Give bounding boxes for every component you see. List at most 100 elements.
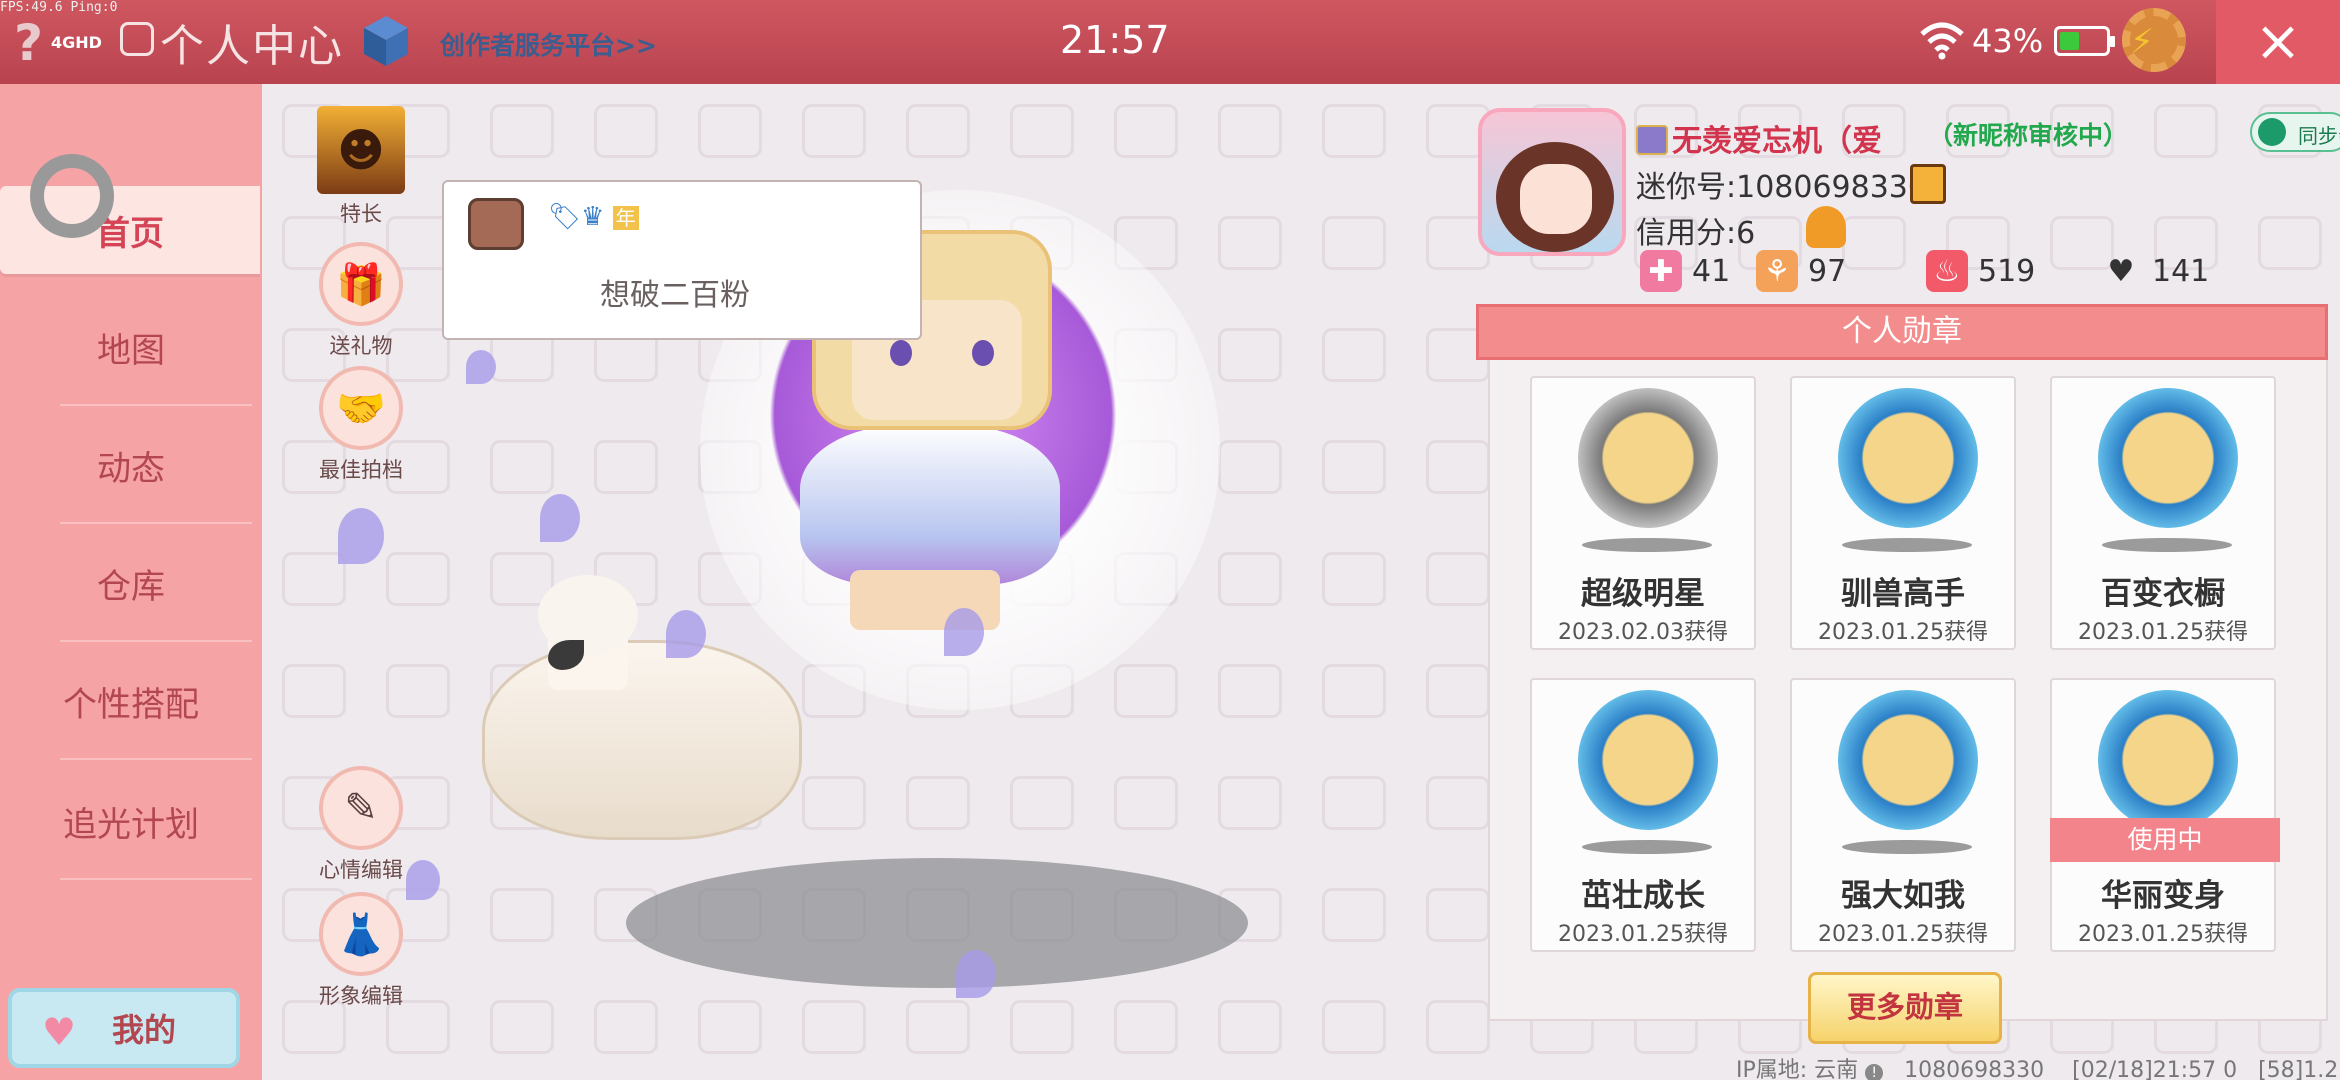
character-dress: [800, 425, 1060, 585]
network-indicator: 4GHD: [51, 33, 102, 52]
pattern-tile: [594, 440, 658, 494]
character-eye-right: [972, 340, 994, 366]
pattern-tile: [1322, 664, 1386, 718]
creator-platform-icon[interactable]: [362, 14, 410, 68]
pattern-tile: [1322, 552, 1386, 606]
medal-name: 强大如我: [1841, 878, 1965, 914]
pattern-tile: [1114, 664, 1178, 718]
pattern-tile: [1426, 440, 1490, 494]
vip-badges: 🏷♛ 年: [548, 202, 639, 232]
petal: [944, 608, 984, 656]
more-medals-button[interactable]: 更多勋章: [1808, 972, 2002, 1044]
talent-action[interactable]: ☻ 特长: [306, 106, 416, 228]
gift-icon: 🎁: [319, 242, 403, 326]
stat-popularity: ♨ 519: [1926, 250, 2035, 292]
pattern-tile: [802, 776, 866, 830]
profile-card-icon: [120, 22, 154, 56]
fire-icon: ♨: [1926, 250, 1968, 292]
pattern-tile: [906, 776, 970, 830]
pattern-tile: [802, 104, 866, 158]
medal-date: 2023.01.25获得: [2078, 620, 2248, 645]
top-bar: FPS:49.6 Ping:0 ? 4GHD 个人中心 创作者服务平台>> 21…: [0, 0, 2340, 84]
mood-face-icon: [468, 198, 524, 250]
medal-date: 2023.01.25获得: [1818, 922, 1988, 947]
partner-action[interactable]: 🤝 最佳拍档: [306, 366, 416, 484]
gift-action[interactable]: 🎁 送礼物: [306, 242, 416, 360]
pattern-tile: [490, 888, 554, 942]
avatar-face: [1520, 164, 1592, 234]
medal-card[interactable]: 使用中 华丽变身 2023.01.25获得: [2050, 678, 2280, 952]
sync-button[interactable]: 同步会: [2250, 112, 2340, 152]
medal-name: 超级明星: [1581, 576, 1705, 612]
stat-badges: ✚ 41: [1640, 250, 1730, 292]
pattern-tile: [1218, 104, 1282, 158]
signature-text: 想破二百粉: [600, 278, 750, 313]
sidebar-item-map[interactable]: 地图: [0, 288, 262, 406]
medal-coin-icon: [1838, 690, 1978, 830]
pattern-tile: [1322, 776, 1386, 830]
sidebar-item-outfit[interactable]: 个性搭配: [0, 642, 262, 760]
fans-icon: ⚘: [1756, 250, 1798, 292]
mood-edit-action[interactable]: ✎ 心情编辑: [306, 766, 416, 884]
pattern-tile: [386, 552, 450, 606]
medal-date: 2023.01.25获得: [2078, 922, 2248, 947]
credit-score: 信用分:6: [1636, 216, 1756, 251]
medal-base: [1582, 538, 1712, 552]
creator-platform-link[interactable]: 创作者服务平台>>: [440, 26, 657, 62]
petal: [540, 494, 580, 542]
avatar-edit-action[interactable]: 👗 形象编辑: [306, 892, 416, 1010]
avatar[interactable]: [1478, 108, 1626, 256]
pattern-tile: [1218, 664, 1282, 718]
pattern-tile: [490, 440, 554, 494]
medal-card[interactable]: 强大如我 2023.01.25获得: [1790, 678, 2016, 952]
medal-card[interactable]: 茁壮成长 2023.01.25获得: [1530, 678, 1756, 952]
pattern-tile: [1218, 1000, 1282, 1054]
pattern-tile: [594, 104, 658, 158]
in-use-badge: 使用中: [2050, 818, 2280, 862]
medal-card[interactable]: 驯兽高手 2023.01.25获得: [1790, 376, 2016, 650]
pattern-tile: [1322, 216, 1386, 270]
sidebar-item-warehouse[interactable]: 仓库: [0, 524, 262, 642]
character-shadow: [626, 858, 1248, 988]
pattern-tile: [906, 104, 970, 158]
info-icon[interactable]: !: [1865, 1064, 1884, 1080]
pattern-tile: [490, 1000, 554, 1054]
pattern-tile: [1218, 552, 1282, 606]
medal-date: 2023.02.03获得: [1558, 620, 1728, 645]
pattern-tile: [2258, 216, 2322, 270]
pattern-tile: [594, 1000, 658, 1054]
battery-fill: [2060, 32, 2079, 50]
copy-icon[interactable]: [1910, 164, 1946, 204]
medal-base: [1582, 840, 1712, 854]
medal-panel-title: 个人勋章: [1476, 304, 2328, 360]
nickname: 无羡爱忘机（爱: [1636, 116, 1882, 160]
floating-assist-ring[interactable]: [30, 154, 114, 238]
character-eye-left: [890, 340, 912, 366]
close-button[interactable]: ×: [2216, 0, 2340, 84]
pattern-tile: [1218, 216, 1282, 270]
medal-base: [1842, 840, 1972, 854]
charging-bolt-icon: ⚡: [2130, 22, 2154, 62]
handshake-icon: 🤝: [319, 366, 403, 450]
medal-name: 百变衣橱: [2101, 576, 2225, 612]
medal-name: 华丽变身: [2101, 878, 2225, 914]
pattern-tile: [282, 664, 346, 718]
hearts-icon: ♥: [2107, 253, 2135, 289]
sidebar-item-feed[interactable]: 动态: [0, 406, 262, 524]
petal: [466, 350, 496, 384]
help-icon[interactable]: ?: [14, 14, 43, 72]
medal-card[interactable]: 超级明星 2023.02.03获得: [1530, 376, 1756, 650]
credit-info-icon[interactable]: [1806, 206, 1846, 248]
status-clock: 21:57: [1060, 18, 1170, 62]
pattern-tile: [1426, 1000, 1490, 1054]
pattern-tile: [1322, 1000, 1386, 1054]
pattern-tile: [1842, 216, 1906, 270]
outfit-icon: 👗: [319, 892, 403, 976]
medal-coin-icon: [1838, 388, 1978, 528]
page-title: 个人中心: [160, 21, 344, 72]
signature-card[interactable]: 🏷♛ 年 想破二百粉: [442, 180, 922, 340]
pattern-tile: [282, 552, 346, 606]
medal-card[interactable]: 百变衣橱 2023.01.25获得: [2050, 376, 2276, 650]
sidebar-item-chase-light[interactable]: 追光计划: [0, 762, 262, 880]
mine-button[interactable]: ♥ 我的: [8, 988, 240, 1068]
